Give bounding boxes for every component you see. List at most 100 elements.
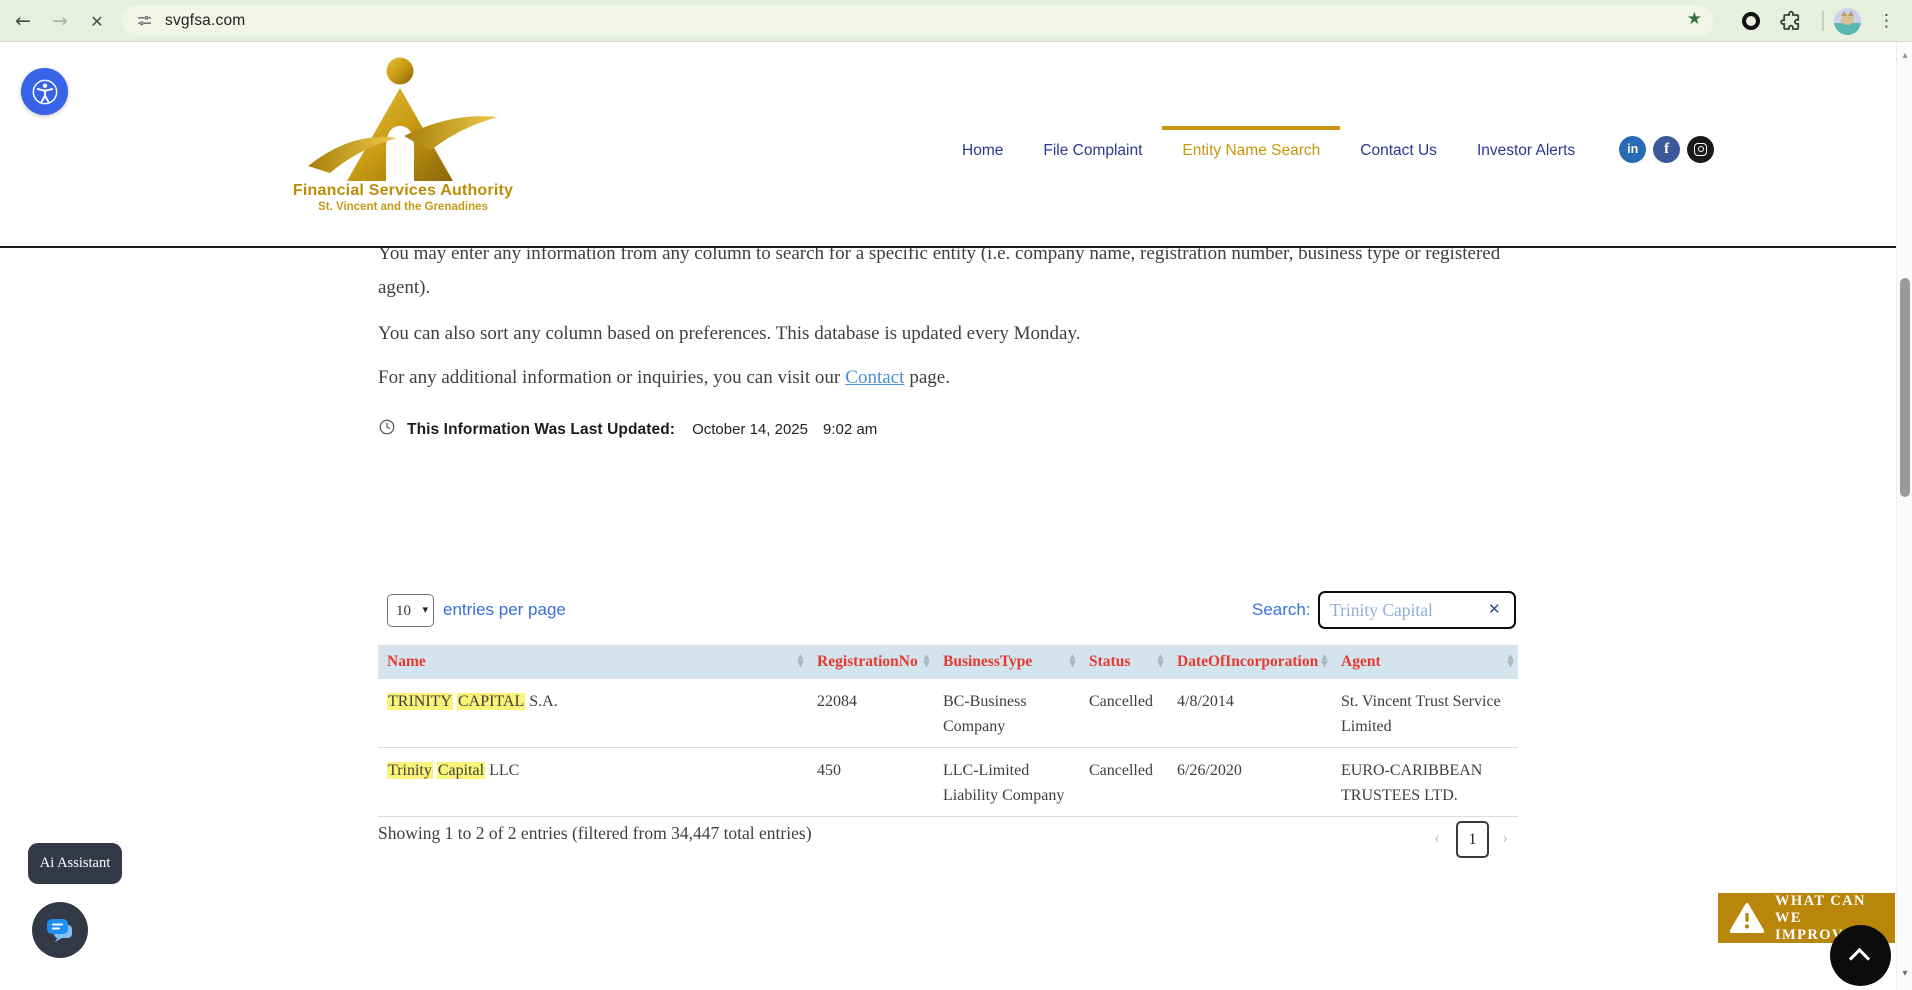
extension-ring-icon[interactable] bbox=[1742, 12, 1760, 30]
browser-toolbar: ← → ✕ svgfsa.com ★ ⋮ bbox=[0, 0, 1912, 42]
table-row[interactable]: TRINITYCAPITALS.A. 22084 BC-Business Com… bbox=[378, 679, 1518, 748]
sort-icon[interactable]: ▲▼ bbox=[921, 655, 932, 669]
pagination-next[interactable]: › bbox=[1502, 827, 1508, 849]
warning-triangle-icon bbox=[1729, 902, 1765, 934]
search-label: Search: bbox=[1252, 600, 1311, 620]
column-header-registrationno[interactable]: RegistrationNo▲▼ bbox=[808, 645, 934, 679]
stop-loading-icon[interactable]: ✕ bbox=[82, 0, 112, 42]
search-input[interactable] bbox=[1318, 591, 1516, 629]
contact-link[interactable]: Contact bbox=[845, 367, 904, 388]
date-of-incorporation-cell: 4/8/2014 bbox=[1168, 679, 1332, 748]
instagram-icon[interactable] bbox=[1687, 136, 1714, 163]
business-type-cell: BC-Business Company bbox=[934, 679, 1080, 748]
column-header-businesstype[interactable]: BusinessType ▲▼ bbox=[934, 645, 1080, 679]
agent-cell: EURO-CARIBBEAN TRUSTEES LTD. bbox=[1332, 748, 1518, 817]
pagination-prev[interactable]: ‹ bbox=[1434, 827, 1440, 849]
clear-search-icon[interactable]: ✕ bbox=[1488, 600, 1501, 618]
extensions-icon[interactable] bbox=[1779, 9, 1803, 38]
column-header-status[interactable]: Status ▲▼ bbox=[1080, 645, 1168, 679]
logo-title: Financial Services Authority bbox=[278, 182, 528, 200]
paragraph-sort-note: You can also sort any column based on pr… bbox=[378, 317, 1518, 351]
sort-icon[interactable]: ▲▼ bbox=[1067, 655, 1078, 669]
sort-icon[interactable]: ▲▼ bbox=[1505, 655, 1516, 669]
scrollbar-thumb[interactable] bbox=[1900, 278, 1910, 497]
page-size-control: 10 ▾ bbox=[387, 594, 434, 627]
contact-text-before: For any additional information or inquir… bbox=[378, 367, 840, 388]
back-icon[interactable]: ← bbox=[8, 0, 38, 42]
chat-bubble-button[interactable] bbox=[32, 902, 88, 958]
clock-icon bbox=[378, 418, 396, 441]
column-label: BusinessType bbox=[943, 653, 1032, 670]
feedback-line-1: WHAT CAN bbox=[1775, 893, 1866, 909]
nav-contact-us[interactable]: Contact Us bbox=[1340, 126, 1457, 172]
fsa-logo[interactable] bbox=[300, 54, 505, 187]
bookmark-star-icon[interactable]: ★ bbox=[1687, 9, 1702, 29]
linkedin-icon[interactable]: in bbox=[1619, 136, 1646, 163]
sort-icon[interactable]: ▲▼ bbox=[795, 655, 806, 669]
highlighted-term: Capital bbox=[437, 762, 485, 779]
page-scrollbar[interactable]: ▴ ▾ bbox=[1896, 42, 1912, 990]
contact-text-after: page. bbox=[909, 367, 950, 388]
main-nav: Home File Complaint Entity Name Search C… bbox=[942, 126, 1714, 172]
nav-file-complaint[interactable]: File Complaint bbox=[1023, 126, 1162, 172]
entity-name-cell: TrinityCapitalLLC bbox=[378, 748, 808, 817]
paragraph-contact: For any additional information or inquir… bbox=[378, 361, 1518, 395]
scroll-to-top-button[interactable] bbox=[1830, 925, 1891, 986]
last-updated-date: October 14, 2025 bbox=[692, 421, 808, 438]
toolbar-divider bbox=[1822, 11, 1824, 31]
highlighted-term: TRINITY bbox=[387, 693, 453, 710]
column-label: Name bbox=[387, 653, 426, 670]
facebook-icon[interactable]: f bbox=[1653, 136, 1680, 163]
table-row[interactable]: TrinityCapitalLLC 450 LLC-Limited Liabil… bbox=[378, 748, 1518, 817]
avatar-cat-image bbox=[1841, 14, 1854, 25]
name-suffix: S.A. bbox=[529, 693, 557, 710]
page-size-select[interactable]: 10 bbox=[387, 594, 434, 627]
date-of-incorporation-cell: 6/26/2020 bbox=[1168, 748, 1332, 817]
profile-avatar[interactable] bbox=[1834, 8, 1861, 35]
scrollbar-up-icon[interactable]: ▴ bbox=[1897, 50, 1912, 61]
last-updated-row: This Information Was Last Updated: Octob… bbox=[378, 418, 1518, 441]
url-bar[interactable]: svgfsa.com ★ bbox=[122, 5, 1714, 36]
nav-home[interactable]: Home bbox=[942, 126, 1023, 172]
column-header-name[interactable]: Name ▲▼ bbox=[378, 645, 808, 679]
camera-glyph bbox=[1694, 143, 1707, 156]
entries-per-page-label: entries per page bbox=[443, 600, 566, 620]
scrollbar-down-icon[interactable]: ▾ bbox=[1897, 968, 1912, 979]
table-summary: Showing 1 to 2 of 2 entries (filtered fr… bbox=[378, 823, 812, 844]
site-info-icon[interactable] bbox=[136, 12, 153, 29]
nav-entity-name-search[interactable]: Entity Name Search bbox=[1162, 126, 1340, 172]
column-header-agent[interactable]: Agent▲▼ bbox=[1332, 645, 1518, 679]
page-viewport: Financial Services Authority St. Vincent… bbox=[0, 42, 1912, 990]
registration-no-cell: 22084 bbox=[808, 679, 934, 748]
social-links: in f bbox=[1619, 126, 1714, 172]
status-cell: Cancelled bbox=[1080, 679, 1168, 748]
registration-no-cell: 450 bbox=[808, 748, 934, 817]
status-cell: Cancelled bbox=[1080, 748, 1168, 817]
accessibility-button[interactable] bbox=[21, 68, 68, 115]
column-header-dateofincorporation[interactable]: DateOfIncorporation▲▼ bbox=[1168, 645, 1332, 679]
url-text: svgfsa.com bbox=[165, 12, 245, 30]
highlighted-term: Trinity bbox=[387, 762, 433, 779]
entity-name-cell: TRINITYCAPITALS.A. bbox=[378, 679, 808, 748]
column-label: Status bbox=[1089, 653, 1130, 670]
fsa-logo-text: Financial Services Authority St. Vincent… bbox=[278, 182, 528, 213]
name-suffix: LLC bbox=[489, 762, 519, 779]
sort-icon[interactable]: ▲▼ bbox=[1319, 655, 1330, 669]
ai-assistant-button[interactable]: Ai Assistant bbox=[28, 843, 122, 884]
highlighted-term: CAPITAL bbox=[457, 693, 525, 710]
agent-cell: St. Vincent Trust Service Limited bbox=[1332, 679, 1518, 748]
table-header-row: Name▲▼ RegistrationNo▲▼ BusinessType▲▼ S… bbox=[378, 645, 1518, 679]
forward-icon[interactable]: → bbox=[45, 0, 75, 42]
last-updated-time: 9:02 am bbox=[823, 421, 877, 438]
last-updated-label: This Information Was Last Updated: bbox=[407, 421, 675, 439]
sort-icon[interactable]: ▲▼ bbox=[1155, 655, 1166, 669]
chat-icon bbox=[45, 917, 75, 944]
column-label: RegistrationNo bbox=[817, 653, 918, 670]
nav-investor-alerts[interactable]: Investor Alerts bbox=[1457, 126, 1595, 172]
intro-copy: You may enter any information from any c… bbox=[378, 237, 1518, 441]
pagination-page-1[interactable]: 1 bbox=[1456, 821, 1489, 858]
business-type-cell: LLC-Limited Liability Company bbox=[934, 748, 1080, 817]
browser-menu-icon[interactable]: ⋮ bbox=[1878, 0, 1895, 42]
paragraph-line-2: agent). bbox=[378, 271, 1518, 305]
entity-results-table: Name▲▼ RegistrationNo▲▼ BusinessType▲▼ S… bbox=[378, 645, 1518, 817]
